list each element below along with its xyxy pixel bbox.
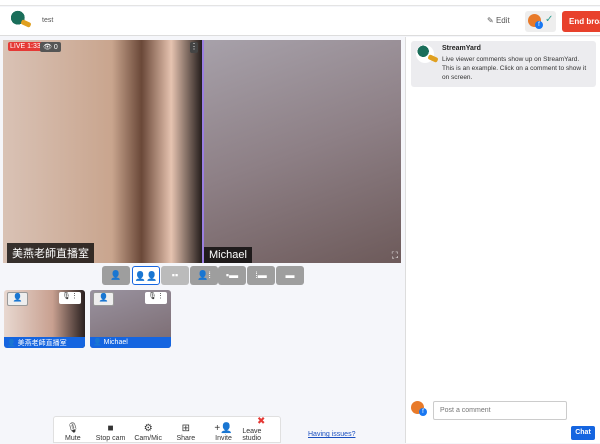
layout-group[interactable]: 👤⁞ bbox=[190, 266, 218, 285]
pencil-icon: ✎ bbox=[487, 16, 496, 25]
fullscreen-icon[interactable]: ⛶ bbox=[392, 250, 398, 261]
comment-item[interactable]: StreamYard Live viewer comments show up … bbox=[411, 41, 596, 87]
mic-menu-icon[interactable]: 🎙⋮ bbox=[59, 292, 81, 304]
facebook-icon: f bbox=[535, 21, 543, 29]
mute-button[interactable]: 🎙 Mute bbox=[54, 417, 92, 444]
stop-cam-button[interactable]: ■ Stop cam bbox=[92, 417, 130, 444]
comments-panel: StreamYard Live viewer comments show up … bbox=[405, 37, 600, 443]
streamyard-logo[interactable] bbox=[9, 10, 31, 32]
viewer-count: 👁 0 bbox=[40, 42, 61, 52]
add-to-stage-icon[interactable]: 👤 bbox=[93, 292, 114, 306]
live-badge: LIVE 1:33 bbox=[8, 42, 43, 51]
screen-share-icon: ⊞ bbox=[181, 423, 191, 434]
mic-menu-icon[interactable]: 🎙⋮ bbox=[145, 292, 167, 304]
header: test ✎ Edit f ✓ End broadcast bbox=[0, 7, 600, 36]
thumbnail-name: 👤 美燕老師直播室 bbox=[4, 337, 85, 348]
backstage-thumbnail[interactable]: 👤 🎙⋮ 👤 Michael bbox=[90, 290, 171, 348]
cam-mic-button[interactable]: ⚙ Cam/Mic bbox=[129, 417, 167, 444]
chat-button[interactable]: Chat bbox=[571, 426, 595, 440]
layout-side[interactable]: ▪▬ bbox=[218, 266, 246, 285]
layout-full[interactable]: ▬ bbox=[276, 266, 304, 285]
layout-pip[interactable]: ⁞▬ bbox=[247, 266, 275, 285]
having-issues-link[interactable]: Having issues? bbox=[308, 431, 355, 438]
end-broadcast-button[interactable]: End broadcast bbox=[562, 11, 600, 32]
comment-input[interactable] bbox=[433, 401, 567, 420]
add-person-icon: +👤 bbox=[214, 423, 233, 434]
leave-studio-button[interactable]: ✖ Leave studio bbox=[242, 416, 280, 444]
video-tile[interactable]: Michael ⛶ bbox=[202, 40, 401, 263]
facebook-icon: f bbox=[419, 408, 427, 416]
mic-icon: 🎙 bbox=[66, 423, 80, 434]
check-icon: ✓ bbox=[545, 14, 554, 25]
comment-text: Live viewer comments show up on StreamYa… bbox=[442, 56, 587, 81]
participant-name: Michael bbox=[204, 247, 252, 263]
layout-two-split[interactable]: 👤👤 bbox=[132, 266, 160, 285]
stage: LIVE 1:33 👁 0 ⋮ 美燕老師直播室 Michael ⛶ bbox=[3, 40, 401, 263]
share-button[interactable]: ⊞ Share bbox=[167, 417, 205, 444]
layout-two-small[interactable]: ▪▪ bbox=[161, 266, 189, 285]
layout-single[interactable]: 👤 bbox=[102, 266, 130, 285]
add-to-stage-icon[interactable]: 👤 bbox=[7, 292, 28, 306]
destination-button[interactable]: f ✓ bbox=[525, 11, 556, 32]
comment-author: StreamYard bbox=[442, 45, 481, 52]
streamyard-avatar bbox=[416, 45, 434, 63]
more-options-icon[interactable]: ⋮ bbox=[190, 42, 198, 53]
broadcast-title: test bbox=[42, 17, 54, 24]
thumbnail-name: 👤 Michael bbox=[90, 337, 171, 348]
invite-button[interactable]: +👤 Invite bbox=[205, 417, 243, 444]
gear-icon: ⚙ bbox=[143, 423, 153, 434]
camera-icon: ■ bbox=[107, 423, 114, 434]
browser-strip bbox=[0, 0, 600, 6]
backstage-thumbnail[interactable]: 👤 🎙⋮ 👤 美燕老師直播室 bbox=[4, 290, 85, 348]
toolbar: 🎙 Mute ■ Stop cam ⚙ Cam/Mic ⊞ Share +👤 Invite… bbox=[53, 416, 281, 443]
eye-icon: 👁 bbox=[43, 44, 54, 51]
edit-button[interactable]: ✎ Edit bbox=[487, 16, 510, 25]
participant-name: 美燕老師直播室 bbox=[7, 243, 94, 263]
leave-icon: ✖ bbox=[257, 416, 266, 427]
video-tile[interactable]: LIVE 1:33 👁 0 ⋮ 美燕老師直播室 bbox=[3, 40, 201, 263]
